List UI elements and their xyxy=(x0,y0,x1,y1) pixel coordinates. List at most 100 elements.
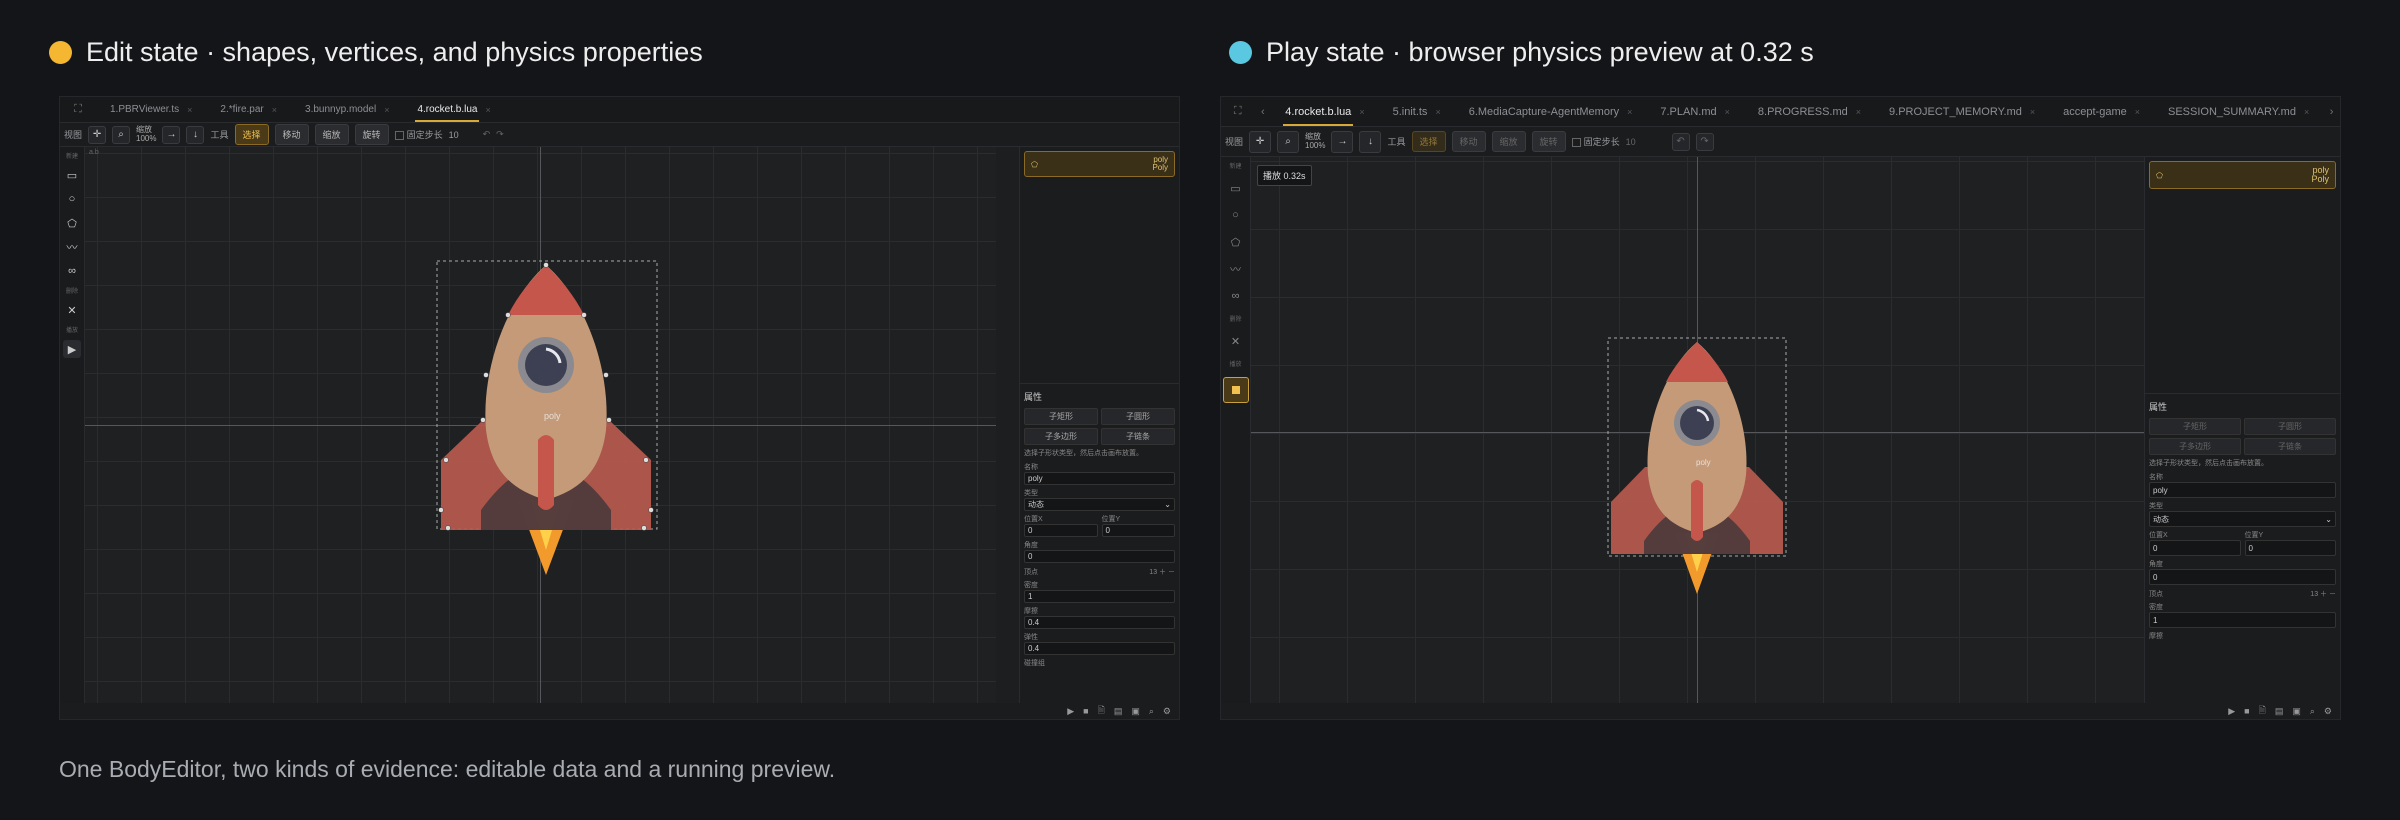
step-value[interactable]: 10 xyxy=(1626,137,1666,147)
right-tab-5[interactable]: 8.PROGRESS.md × xyxy=(1744,97,1875,126)
rect-tool-icon[interactable]: ▭ xyxy=(63,166,81,184)
right-tab-7[interactable]: accept-game × xyxy=(2049,97,2154,126)
scale-tool-button[interactable]: 缩放 xyxy=(314,124,349,145)
undo-icon[interactable]: ↶ xyxy=(483,129,491,140)
stop-icon[interactable] xyxy=(1222,377,1249,403)
chain-tool-icon[interactable]: 〰 xyxy=(63,238,81,256)
close-icon[interactable]: × xyxy=(486,105,491,115)
arrow-right-icon[interactable]: → xyxy=(1331,130,1354,153)
step-value[interactable]: 10 xyxy=(449,130,477,140)
left-tab-4[interactable]: 4.rocket.b.lua × xyxy=(403,97,504,122)
add-circle-button[interactable]: 子圆形 xyxy=(2244,418,2336,435)
select-tool-button[interactable]: 选择 xyxy=(1411,131,1446,152)
play-icon[interactable]: ▶ xyxy=(2228,706,2235,717)
right-tab-6[interactable]: 9.PROJECT_MEMORY.md × xyxy=(1875,97,2049,126)
right-tab-2[interactable]: 5.init.ts × xyxy=(1379,97,1455,126)
move-tool-button[interactable]: 移动 xyxy=(1451,131,1486,152)
type-select[interactable]: 动态 ⌄ xyxy=(1024,498,1175,511)
file-icon[interactable]: 🗎 xyxy=(2259,703,2266,719)
select-tool-button[interactable]: 选择 xyxy=(234,124,269,145)
search-icon[interactable]: ⌕ xyxy=(112,125,131,144)
rect-tool-icon[interactable]: ▭ xyxy=(1227,179,1245,197)
play-icon[interactable]: ▶ xyxy=(1067,706,1074,717)
search-icon[interactable]: ⌕ xyxy=(2310,706,2315,717)
add-poly-button[interactable]: 子多边形 xyxy=(1024,428,1098,445)
type-select[interactable]: 动态 ⌄ xyxy=(2149,511,2336,527)
delete-icon[interactable]: ✕ xyxy=(63,301,81,319)
move-tool-button[interactable]: 移动 xyxy=(274,124,309,145)
edit-canvas[interactable]: a.b poly xyxy=(85,147,996,705)
link-tool-icon[interactable]: ∞ xyxy=(1227,287,1245,305)
add-chain-button[interactable]: 子链条 xyxy=(2244,438,2336,455)
search-icon[interactable]: ⌕ xyxy=(1149,706,1154,717)
arrow-right-icon[interactable]: → xyxy=(162,125,181,144)
close-icon[interactable]: × xyxy=(2304,107,2309,117)
save-icon[interactable]: ▤ xyxy=(1114,706,1123,717)
rotate-tool-button[interactable]: 旋转 xyxy=(1531,131,1566,152)
add-rect-button[interactable]: 子矩形 xyxy=(2149,418,2241,435)
circle-tool-icon[interactable]: ○ xyxy=(63,190,81,208)
add-circle-button[interactable]: 子圆形 xyxy=(1101,408,1175,425)
layout-icon[interactable]: ⛶ xyxy=(1221,97,1255,126)
scale-tool-button[interactable]: 缩放 xyxy=(1491,131,1526,152)
posx-field[interactable]: 0 xyxy=(1024,524,1098,537)
right-tab-1[interactable]: 4.rocket.b.lua × xyxy=(1271,97,1378,126)
chain-tool-icon[interactable]: 〰 xyxy=(1227,260,1245,278)
close-icon[interactable]: × xyxy=(1435,107,1440,117)
link-tool-icon[interactable]: ∞ xyxy=(63,262,81,280)
shape-list-item[interactable]: ⬠ poly Poly xyxy=(1024,151,1175,177)
circle-tool-icon[interactable]: ○ xyxy=(1227,206,1245,224)
left-tab-1[interactable]: 1.PBRViewer.ts × xyxy=(96,97,206,122)
close-icon[interactable]: × xyxy=(2030,107,2035,117)
name-field[interactable]: poly xyxy=(1024,472,1175,485)
save-icon[interactable]: ▤ xyxy=(2275,706,2284,717)
right-tab-3[interactable]: 6.MediaCapture-AgentMemory × xyxy=(1455,97,1647,126)
close-icon[interactable]: × xyxy=(272,105,277,115)
left-tab-2[interactable]: 2.*fire.par × xyxy=(206,97,291,122)
add-vertex-icon[interactable]: ＋ xyxy=(2320,591,2327,598)
close-icon[interactable]: × xyxy=(1627,107,1632,117)
angle-field[interactable]: 0 xyxy=(1024,550,1175,563)
add-chain-button[interactable]: 子链条 xyxy=(1101,428,1175,445)
export-icon[interactable]: ▣ xyxy=(2292,706,2301,717)
arrow-down-icon[interactable]: ↓ xyxy=(186,125,205,144)
export-icon[interactable]: ▣ xyxy=(1131,706,1140,717)
crosshair-icon[interactable]: ✛ xyxy=(88,125,107,144)
file-icon[interactable]: 🗎 xyxy=(1098,703,1105,719)
restitution-field[interactable]: 0.4 xyxy=(1024,642,1175,655)
add-rect-button[interactable]: 子矩形 xyxy=(1024,408,1098,425)
chevron-right-icon[interactable]: › xyxy=(2323,97,2340,126)
delete-icon[interactable]: ✕ xyxy=(1227,332,1245,350)
rotate-tool-button[interactable]: 旋转 xyxy=(354,124,389,145)
fixed-step-checkbox[interactable]: 固定步长 xyxy=(1571,135,1620,148)
right-tab-8[interactable]: SESSION_SUMMARY.md × xyxy=(2154,97,2323,126)
density-field[interactable]: 1 xyxy=(2149,612,2336,628)
posy-field[interactable]: 0 xyxy=(1101,524,1175,537)
redo-icon[interactable]: ↷ xyxy=(496,129,504,140)
add-poly-button[interactable]: 子多边形 xyxy=(2149,438,2241,455)
add-vertex-icon[interactable]: ＋ xyxy=(1159,569,1166,576)
gear-icon[interactable]: ⚙ xyxy=(2324,706,2332,717)
stop-icon[interactable]: ■ xyxy=(2244,706,2249,716)
stop-icon[interactable]: ■ xyxy=(1083,706,1088,716)
crosshair-icon[interactable]: ✛ xyxy=(1249,130,1272,153)
close-icon[interactable]: × xyxy=(384,105,389,115)
remove-vertex-icon[interactable]: － xyxy=(2329,591,2336,598)
layout-icon[interactable]: ⛶ xyxy=(60,97,96,122)
name-field[interactable]: poly xyxy=(2149,482,2336,498)
undo-icon[interactable]: ↶ xyxy=(1671,132,1690,151)
search-icon[interactable]: ⌕ xyxy=(1277,130,1300,153)
close-icon[interactable]: × xyxy=(2135,107,2140,117)
close-icon[interactable]: × xyxy=(1359,107,1364,117)
close-icon[interactable]: × xyxy=(1725,107,1730,117)
posx-field[interactable]: 0 xyxy=(2149,540,2241,556)
chevron-left-icon[interactable]: ‹ xyxy=(1255,97,1272,126)
preview-canvas[interactable]: 播放 0.32s poly xyxy=(1251,157,2146,705)
close-icon[interactable]: × xyxy=(1856,107,1861,117)
right-tab-4[interactable]: 7.PLAN.md × xyxy=(1646,97,1744,126)
arrow-down-icon[interactable]: ↓ xyxy=(1359,130,1382,153)
shape-list-item[interactable]: ⬠ poly Poly xyxy=(2149,161,2336,189)
density-field[interactable]: 1 xyxy=(1024,590,1175,603)
rocket-body-simulated[interactable]: poly xyxy=(1607,337,1789,597)
polygon-tool-icon[interactable]: ⬠ xyxy=(63,214,81,232)
